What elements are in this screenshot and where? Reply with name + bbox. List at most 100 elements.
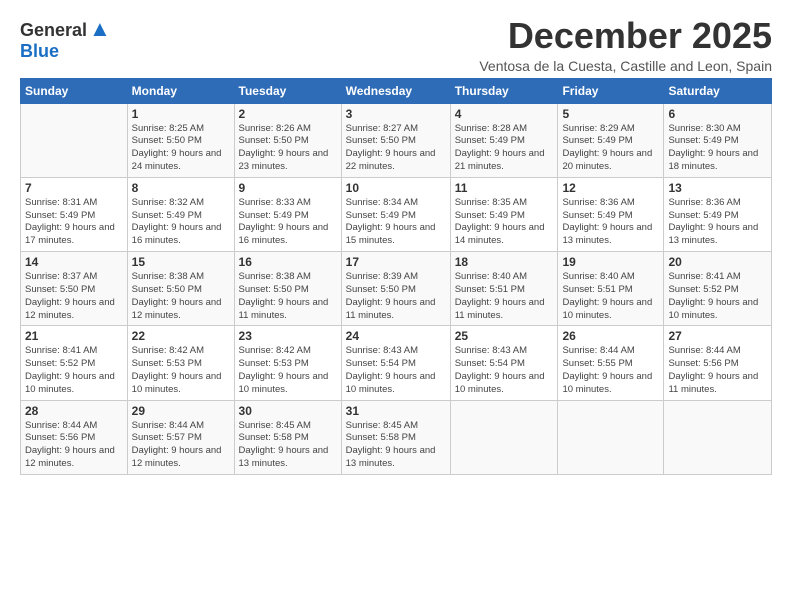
- calendar-cell: [450, 400, 558, 474]
- calendar-week-4: 21 Sunrise: 8:41 AMSunset: 5:52 PMDayligh…: [21, 326, 772, 400]
- day-info: Sunrise: 8:33 AMSunset: 5:49 PMDaylight:…: [239, 197, 337, 248]
- calendar-cell: 17Sunrise: 8:39 AMSunset: 5:50 PMDayligh…: [341, 252, 450, 326]
- day-number: 15: [132, 255, 230, 269]
- day-info: Sunrise: 8:38 AMSunset: 5:50 PMDaylight:…: [239, 271, 337, 322]
- day-info: Sunrise: 8:45 AMSunset: 5:58 PMDaylight:…: [346, 420, 446, 471]
- header-row: Sunday Monday Tuesday Wednesday Thursday…: [21, 78, 772, 103]
- day-number: 7: [25, 181, 123, 195]
- calendar-cell: [664, 400, 772, 474]
- day-info: Sunrise: 8:29 AMSunset: 5:49 PMDaylight:…: [562, 123, 659, 174]
- page-container: General▲ Blue December 2025 Ventosa de l…: [0, 0, 792, 485]
- calendar-cell: 16Sunrise: 8:38 AMSunset: 5:50 PMDayligh…: [234, 252, 341, 326]
- day-info: Sunrise: 8:42 AMSunset: 5:53 PMDaylight:…: [239, 345, 337, 396]
- header-sunday: Sunday: [21, 78, 128, 103]
- calendar-cell: 1 Sunrise: 8:25 AMSunset: 5:50 PMDaylight…: [127, 103, 234, 177]
- calendar-cell: 21 Sunrise: 8:41 AMSunset: 5:52 PMDayligh…: [21, 326, 128, 400]
- day-number: 30: [239, 404, 337, 418]
- calendar-week-5: 28Sunrise: 8:44 AMSunset: 5:56 PMDayligh…: [21, 400, 772, 474]
- day-info: Sunrise: 8:26 AMSunset: 5:50 PMDaylight:…: [239, 123, 337, 174]
- calendar-week-2: 7 Sunrise: 8:31 AMSunset: 5:49 PMDaylight…: [21, 177, 772, 251]
- calendar-cell: 28Sunrise: 8:44 AMSunset: 5:56 PMDayligh…: [21, 400, 128, 474]
- day-number: 8: [132, 181, 230, 195]
- calendar-week-1: 1 Sunrise: 8:25 AMSunset: 5:50 PMDaylight…: [21, 103, 772, 177]
- day-number: 9: [239, 181, 337, 195]
- calendar-cell: 29 Sunrise: 8:44 AMSunset: 5:57 PMDayligh…: [127, 400, 234, 474]
- calendar-cell: 6 Sunrise: 8:30 AMSunset: 5:49 PMDaylight…: [664, 103, 772, 177]
- day-info: Sunrise: 8:41 AMSunset: 5:52 PMDaylight:…: [25, 345, 123, 396]
- day-info: Sunrise: 8:31 AMSunset: 5:49 PMDaylight:…: [25, 197, 123, 248]
- header-monday: Monday: [127, 78, 234, 103]
- day-number: 21: [25, 329, 123, 343]
- day-info: Sunrise: 8:37 AMSunset: 5:50 PMDaylight:…: [25, 271, 123, 322]
- day-number: 1: [132, 107, 230, 121]
- calendar-cell: 3Sunrise: 8:27 AMSunset: 5:50 PMDaylight…: [341, 103, 450, 177]
- calendar-cell: 23Sunrise: 8:42 AMSunset: 5:53 PMDayligh…: [234, 326, 341, 400]
- day-info: Sunrise: 8:44 AMSunset: 5:56 PMDaylight:…: [668, 345, 767, 396]
- calendar-cell: 31 Sunrise: 8:45 AMSunset: 5:58 PMDayligh…: [341, 400, 450, 474]
- calendar-cell: 14Sunrise: 8:37 AMSunset: 5:50 PMDayligh…: [21, 252, 128, 326]
- calendar-table: Sunday Monday Tuesday Wednesday Thursday…: [20, 78, 772, 475]
- calendar-cell: 15 Sunrise: 8:38 AMSunset: 5:50 PMDayligh…: [127, 252, 234, 326]
- calendar-cell: 26 Sunrise: 8:44 AMSunset: 5:55 PMDayligh…: [558, 326, 664, 400]
- calendar-cell: 2 Sunrise: 8:26 AMSunset: 5:50 PMDaylight…: [234, 103, 341, 177]
- day-info: Sunrise: 8:36 AMSunset: 5:49 PMDaylight:…: [562, 197, 659, 248]
- logo-blue: Blue: [20, 41, 59, 61]
- day-info: Sunrise: 8:43 AMSunset: 5:54 PMDaylight:…: [346, 345, 446, 396]
- header: General▲ Blue December 2025 Ventosa de l…: [20, 16, 772, 74]
- day-number: 11: [455, 181, 554, 195]
- day-info: Sunrise: 8:40 AMSunset: 5:51 PMDaylight:…: [455, 271, 554, 322]
- calendar-cell: 19 Sunrise: 8:40 AMSunset: 5:51 PMDayligh…: [558, 252, 664, 326]
- title-area: December 2025 Ventosa de la Cuesta, Cast…: [479, 16, 772, 74]
- day-number: 13: [668, 181, 767, 195]
- calendar-cell: 13 Sunrise: 8:36 AMSunset: 5:49 PMDayligh…: [664, 177, 772, 251]
- logo: General▲ Blue: [20, 16, 111, 62]
- day-info: Sunrise: 8:25 AMSunset: 5:50 PMDaylight:…: [132, 123, 230, 174]
- day-number: 19: [562, 255, 659, 269]
- day-info: Sunrise: 8:30 AMSunset: 5:49 PMDaylight:…: [668, 123, 767, 174]
- day-info: Sunrise: 8:43 AMSunset: 5:54 PMDaylight:…: [455, 345, 554, 396]
- header-thursday: Thursday: [450, 78, 558, 103]
- day-info: Sunrise: 8:38 AMSunset: 5:50 PMDaylight:…: [132, 271, 230, 322]
- calendar-cell: 9 Sunrise: 8:33 AMSunset: 5:49 PMDaylight…: [234, 177, 341, 251]
- calendar-cell: 8 Sunrise: 8:32 AMSunset: 5:49 PMDaylight…: [127, 177, 234, 251]
- calendar-cell: 22 Sunrise: 8:42 AMSunset: 5:53 PMDayligh…: [127, 326, 234, 400]
- day-number: 12: [562, 181, 659, 195]
- day-number: 26: [562, 329, 659, 343]
- day-info: Sunrise: 8:41 AMSunset: 5:52 PMDaylight:…: [668, 271, 767, 322]
- calendar-cell: 30Sunrise: 8:45 AMSunset: 5:58 PMDayligh…: [234, 400, 341, 474]
- calendar-cell: 4 Sunrise: 8:28 AMSunset: 5:49 PMDaylight…: [450, 103, 558, 177]
- day-number: 28: [25, 404, 123, 418]
- day-info: Sunrise: 8:44 AMSunset: 5:55 PMDaylight:…: [562, 345, 659, 396]
- day-number: 29: [132, 404, 230, 418]
- calendar-cell: 20 Sunrise: 8:41 AMSunset: 5:52 PMDayligh…: [664, 252, 772, 326]
- calendar-cell: 5Sunrise: 8:29 AMSunset: 5:49 PMDaylight…: [558, 103, 664, 177]
- day-number: 31: [346, 404, 446, 418]
- header-friday: Friday: [558, 78, 664, 103]
- day-number: 27: [668, 329, 767, 343]
- day-info: Sunrise: 8:28 AMSunset: 5:49 PMDaylight:…: [455, 123, 554, 174]
- day-number: 22: [132, 329, 230, 343]
- day-number: 20: [668, 255, 767, 269]
- day-info: Sunrise: 8:42 AMSunset: 5:53 PMDaylight:…: [132, 345, 230, 396]
- day-number: 4: [455, 107, 554, 121]
- day-info: Sunrise: 8:36 AMSunset: 5:49 PMDaylight:…: [668, 197, 767, 248]
- day-number: 17: [346, 255, 446, 269]
- calendar-cell: 25Sunrise: 8:43 AMSunset: 5:54 PMDayligh…: [450, 326, 558, 400]
- calendar-cell: [21, 103, 128, 177]
- header-saturday: Saturday: [664, 78, 772, 103]
- day-number: 3: [346, 107, 446, 121]
- day-info: Sunrise: 8:35 AMSunset: 5:49 PMDaylight:…: [455, 197, 554, 248]
- header-wednesday: Wednesday: [341, 78, 450, 103]
- location-subtitle: Ventosa de la Cuesta, Castille and Leon,…: [479, 58, 772, 74]
- day-info: Sunrise: 8:34 AMSunset: 5:49 PMDaylight:…: [346, 197, 446, 248]
- day-number: 6: [668, 107, 767, 121]
- logo-icon: ▲: [89, 16, 111, 41]
- logo-general: General: [20, 20, 87, 40]
- calendar-cell: [558, 400, 664, 474]
- calendar-cell: 11 Sunrise: 8:35 AMSunset: 5:49 PMDayligh…: [450, 177, 558, 251]
- day-number: 2: [239, 107, 337, 121]
- day-info: Sunrise: 8:44 AMSunset: 5:57 PMDaylight:…: [132, 420, 230, 471]
- day-info: Sunrise: 8:40 AMSunset: 5:51 PMDaylight:…: [562, 271, 659, 322]
- calendar-week-3: 14Sunrise: 8:37 AMSunset: 5:50 PMDayligh…: [21, 252, 772, 326]
- day-info: Sunrise: 8:32 AMSunset: 5:49 PMDaylight:…: [132, 197, 230, 248]
